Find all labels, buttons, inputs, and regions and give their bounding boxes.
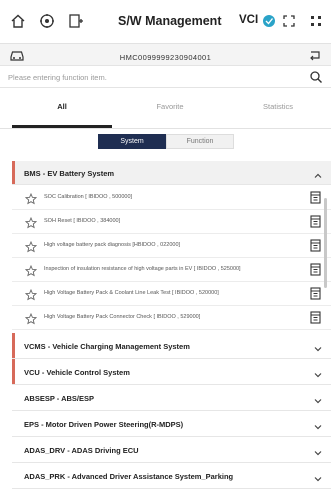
- star-icon[interactable]: [24, 240, 38, 253]
- vehicle-info-icon[interactable]: [66, 11, 86, 31]
- function-row[interactable]: High Voltage Battery Pack Connector Chec…: [12, 306, 331, 330]
- function-name: SOC Calibration [ IBIDOO , 500000]: [44, 194, 133, 200]
- system-row-absesp[interactable]: ABSESP - ABS/ESP: [12, 385, 331, 411]
- tab-favorite[interactable]: Favorite: [120, 102, 220, 111]
- document-icon[interactable]: [310, 191, 321, 204]
- chevron-down-icon[interactable]: [313, 471, 323, 482]
- list-scrollbar[interactable]: [324, 198, 327, 288]
- document-icon[interactable]: [310, 263, 321, 276]
- diagnosis-icon[interactable]: [37, 11, 57, 31]
- system-name: VCMS - Vehicle Charging Management Syste…: [24, 342, 190, 351]
- search-bar[interactable]: Please entering function item.: [0, 66, 331, 88]
- return-icon[interactable]: [307, 47, 323, 63]
- system-name: ABSESP - ABS/ESP: [24, 394, 95, 403]
- page-title: S/W Management: [118, 14, 222, 28]
- function-row[interactable]: SOC Calibration [ IBIDOO , 500000]: [12, 186, 331, 210]
- function-row[interactable]: Inspection of insulation resistance of h…: [12, 258, 331, 282]
- document-icon[interactable]: [310, 239, 321, 252]
- system-row-adas-drv[interactable]: ADAS_DRV - ADAS Driving ECU: [12, 437, 331, 463]
- system-name: ADAS_DRV - ADAS Driving ECU: [24, 446, 139, 455]
- star-icon[interactable]: [24, 264, 38, 277]
- system-row-vcms[interactable]: VCMS - Vehicle Charging Management Syste…: [12, 333, 331, 359]
- chevron-down-icon[interactable]: [313, 393, 323, 404]
- system-name: BMS - EV Battery System: [24, 169, 115, 178]
- function-name: High voltage battery pack diagnosis [HBI…: [44, 242, 181, 248]
- tab-statistics[interactable]: Statistics: [228, 102, 328, 111]
- system-row-adas-prk[interactable]: ADAS_PRK - Advanced Driver Assistance Sy…: [12, 463, 331, 489]
- function-name: Inspection of insulation resistance of h…: [44, 266, 241, 272]
- system-list: BMS - EV Battery System SOC Calibration …: [0, 155, 331, 489]
- system-accent: [12, 359, 15, 384]
- system-row-eps[interactable]: EPS - Motor Driven Power Steering(R-MDPS…: [12, 411, 331, 437]
- function-name: High Voltage Battery Pack & Coolant Line…: [44, 290, 219, 296]
- function-name: High Voltage Battery Pack Connector Chec…: [44, 314, 201, 320]
- tab-all[interactable]: All: [12, 102, 112, 111]
- function-row[interactable]: High Voltage Battery Pack & Coolant Line…: [12, 282, 331, 306]
- vci-status-icon[interactable]: [259, 11, 279, 31]
- view-segment: System Function: [0, 129, 331, 153]
- document-icon[interactable]: [310, 287, 321, 300]
- chevron-down-icon[interactable]: [313, 367, 323, 378]
- vci-label: VCI: [239, 14, 259, 26]
- star-icon[interactable]: [24, 192, 38, 205]
- expand-icon[interactable]: [279, 11, 299, 31]
- search-icon[interactable]: [309, 70, 323, 84]
- chevron-down-icon[interactable]: [313, 341, 323, 352]
- document-icon[interactable]: [310, 311, 321, 324]
- star-icon[interactable]: [24, 288, 38, 301]
- function-row[interactable]: High voltage battery pack diagnosis [HBI…: [12, 234, 331, 258]
- system-accent: [12, 161, 15, 184]
- top-bar: S/W Management VCI: [0, 0, 331, 44]
- star-icon[interactable]: [24, 216, 38, 229]
- system-name: EPS - Motor Driven Power Steering(R-MDPS…: [24, 420, 184, 429]
- system-name: ADAS_PRK - Advanced Driver Assistance Sy…: [24, 472, 234, 481]
- home-icon[interactable]: [8, 11, 28, 31]
- star-icon[interactable]: [24, 312, 38, 325]
- function-name: SOH Reset [ IBIDOO , 384000]: [44, 218, 121, 224]
- search-input[interactable]: Please entering function item.: [8, 73, 107, 82]
- vehicle-info-bar: HMC0099999230904001: [0, 44, 331, 66]
- document-icon[interactable]: [310, 215, 321, 228]
- system-row-bms[interactable]: BMS - EV Battery System: [12, 161, 331, 185]
- menu-grid-icon[interactable]: [306, 11, 326, 31]
- system-accent: [12, 333, 15, 358]
- chevron-down-icon[interactable]: [313, 419, 323, 430]
- function-row[interactable]: SOH Reset [ IBIDOO , 384000]: [12, 210, 331, 234]
- segment-system-button[interactable]: System: [98, 134, 166, 149]
- tab-bar: All Favorite Statistics: [0, 88, 331, 129]
- chevron-down-icon[interactable]: [313, 445, 323, 456]
- system-name: VCU - Vehicle Control System: [24, 368, 130, 377]
- system-row-vcu[interactable]: VCU - Vehicle Control System: [12, 359, 331, 385]
- chevron-up-icon[interactable]: [313, 168, 323, 178]
- segment-function-button[interactable]: Function: [166, 134, 234, 149]
- vin-number: HMC0099999230904001: [119, 53, 212, 62]
